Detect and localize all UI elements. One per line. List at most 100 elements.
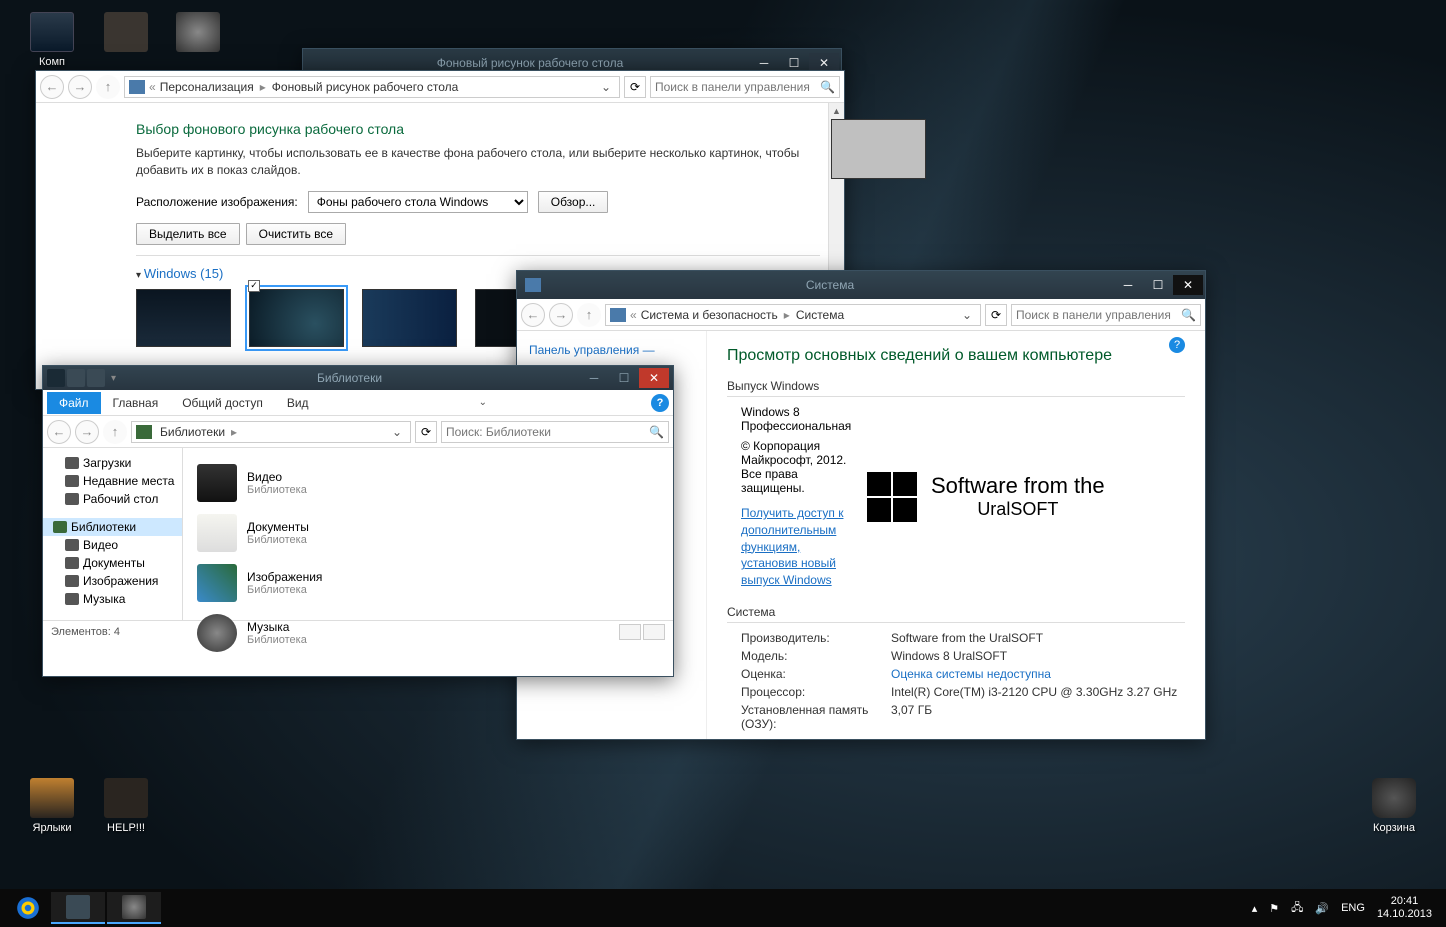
file-tab[interactable]: Файл: [47, 392, 101, 414]
desktop-icon-computer[interactable]: Комп: [18, 12, 86, 68]
tree-downloads[interactable]: Загрузки: [43, 454, 182, 472]
help-button[interactable]: ?: [651, 394, 669, 412]
maximize-button[interactable]: ☐: [1143, 275, 1173, 295]
location-select[interactable]: Фоны рабочего стола Windows: [308, 191, 528, 213]
section-edition: Выпуск Windows: [727, 379, 1185, 397]
wallpaper-thumb[interactable]: [362, 289, 457, 347]
forward-button[interactable]: →: [549, 303, 573, 327]
control-panel-home-link[interactable]: Панель управления —: [529, 343, 694, 357]
share-tab[interactable]: Общий доступ: [170, 392, 275, 414]
network-icon[interactable]: 🖧: [1291, 899, 1303, 918]
tree-recent[interactable]: Недавние места: [43, 472, 182, 490]
titlebar[interactable]: Система ─ ☐ ✕: [517, 271, 1205, 299]
desktop-icon-trash[interactable]: Корзина: [1360, 778, 1428, 834]
ram-value: 3,07 ГБ: [891, 703, 932, 731]
trash-icon: [1372, 778, 1416, 818]
up-button[interactable]: ↑: [96, 75, 120, 99]
qat-button[interactable]: [67, 369, 85, 387]
documents-library-icon: [197, 514, 237, 552]
breadcrumb-security[interactable]: Система и безопасность: [637, 308, 782, 322]
wallpaper-thumb[interactable]: [136, 289, 231, 347]
search-box[interactable]: 🔍: [1011, 304, 1201, 326]
forward-button[interactable]: →: [68, 75, 92, 99]
view-details-button[interactable]: [619, 624, 641, 640]
list-item[interactable]: МузыкаБиблиотека: [193, 608, 663, 658]
flag-icon[interactable]: ⚑: [1269, 902, 1279, 915]
browse-button[interactable]: Обзор...: [538, 191, 609, 213]
window-explorer: ▾ Библиотеки ─ ☐ ✕ Файл Главная Общий до…: [42, 365, 674, 677]
start-button[interactable]: [6, 892, 50, 924]
search-input[interactable]: [1016, 308, 1181, 322]
expand-ribbon-icon[interactable]: ⌄: [479, 397, 493, 408]
list-item[interactable]: ДокументыБиблиотека: [193, 508, 663, 558]
close-button[interactable]: ✕: [639, 368, 669, 388]
tree-pics[interactable]: Изображения: [43, 572, 182, 590]
tree-video[interactable]: Видео: [43, 536, 182, 554]
scroll-thumb[interactable]: [831, 119, 926, 179]
taskbar-app[interactable]: [51, 892, 105, 924]
maximize-button[interactable]: ☐: [609, 368, 639, 388]
qat-button[interactable]: [87, 369, 105, 387]
navbar: ← → ↑ Библиотеки ▸ ⌄ ⟳ 🔍: [43, 416, 673, 448]
back-button[interactable]: ←: [47, 420, 71, 444]
item-count: Элементов: 4: [51, 626, 120, 638]
get-more-features-link[interactable]: Получить доступ к дополнительным функция…: [741, 505, 847, 589]
scroll-up-icon[interactable]: ▲: [829, 103, 844, 119]
language-indicator[interactable]: ENG: [1341, 902, 1365, 914]
refresh-button[interactable]: ⟳: [624, 76, 646, 98]
pictures-library-icon: [197, 564, 237, 602]
list-item[interactable]: ВидеоБиблиотека: [193, 458, 663, 508]
desktop-icon-help[interactable]: HELP!!!: [92, 778, 160, 834]
help-icon[interactable]: ?: [1169, 337, 1185, 353]
search-input[interactable]: [655, 80, 820, 94]
desktop-icon-shortcuts[interactable]: Ярлыки: [18, 778, 86, 834]
manufacturer-value: Software from the UralSOFT: [891, 631, 1043, 645]
dropdown-icon[interactable]: ⌄: [388, 425, 406, 439]
tree-desktop[interactable]: Рабочий стол: [43, 490, 182, 508]
up-button[interactable]: ↑: [577, 303, 601, 327]
rating-link[interactable]: Оценка системы недоступна: [891, 667, 1051, 681]
home-tab[interactable]: Главная: [101, 392, 171, 414]
up-button[interactable]: ↑: [103, 420, 127, 444]
search-box[interactable]: 🔍: [650, 76, 840, 98]
close-button[interactable]: ✕: [1173, 275, 1203, 295]
list-item[interactable]: ИзображенияБиблиотека: [193, 558, 663, 608]
app-icon[interactable]: [47, 369, 65, 387]
breadcrumb-libraries[interactable]: Библиотеки: [156, 425, 229, 439]
refresh-button[interactable]: ⟳: [985, 304, 1007, 326]
dropdown-icon[interactable]: ⌄: [958, 308, 976, 322]
volume-icon[interactable]: 🔊: [1315, 902, 1329, 915]
view-tab[interactable]: Вид: [275, 392, 321, 414]
forward-button[interactable]: →: [75, 420, 99, 444]
desktop-icon-2[interactable]: [92, 12, 160, 56]
tree-music[interactable]: Музыка: [43, 590, 182, 608]
refresh-button[interactable]: ⟳: [415, 421, 437, 443]
search-icon: 🔍: [820, 80, 835, 94]
wallpaper-thumb-selected[interactable]: ✓: [249, 289, 344, 347]
tree-docs[interactable]: Документы: [43, 554, 182, 572]
search-input[interactable]: [446, 425, 649, 439]
minimize-button[interactable]: ─: [1113, 275, 1143, 295]
back-button[interactable]: ←: [40, 75, 64, 99]
select-all-button[interactable]: Выделить все: [136, 223, 240, 245]
view-icons-button[interactable]: [643, 624, 665, 640]
desktop-icon-3[interactable]: [164, 12, 232, 56]
breadcrumb-wallpaper[interactable]: Фоновый рисунок рабочего стола: [268, 80, 463, 94]
app-icon: [122, 895, 146, 919]
search-box[interactable]: 🔍: [441, 421, 669, 443]
breadcrumb-system[interactable]: Система: [792, 308, 848, 322]
minimize-button[interactable]: ─: [579, 368, 609, 388]
taskbar-app[interactable]: [107, 892, 161, 924]
tray-up-icon[interactable]: ▴: [1252, 902, 1258, 915]
back-button[interactable]: ←: [521, 303, 545, 327]
address-bar[interactable]: « Система и безопасность ▸ Система ⌄: [605, 304, 981, 326]
dropdown-icon[interactable]: ⌄: [597, 80, 615, 94]
checkbox-icon[interactable]: ✓: [248, 280, 260, 292]
tree-libraries[interactable]: Библиотеки: [43, 518, 182, 536]
address-bar[interactable]: « Персонализация ▸ Фоновый рисунок рабоч…: [124, 76, 620, 98]
clock[interactable]: 20:41 14.10.2013: [1377, 895, 1432, 921]
breadcrumb-personalization[interactable]: Персонализация: [156, 80, 258, 94]
window-title: Библиотеки: [122, 371, 577, 385]
clear-all-button[interactable]: Очистить все: [246, 223, 346, 245]
address-bar[interactable]: Библиотеки ▸ ⌄: [131, 421, 411, 443]
